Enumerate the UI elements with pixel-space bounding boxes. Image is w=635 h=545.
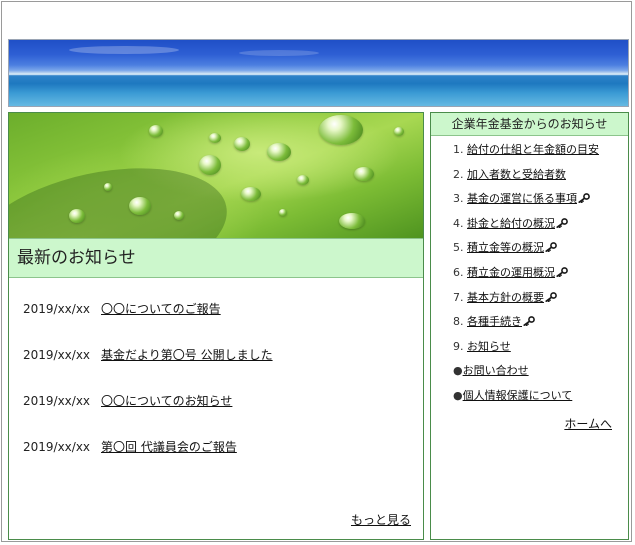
news-list: 2019/xx/xx 〇〇についてのご報告 2019/xx/xx 基金だより第〇号 …: [23, 301, 413, 485]
sidebar-item[interactable]: ●個人情報保護について: [453, 389, 628, 414]
main-content-panel: 最新のお知らせ 2019/xx/xx 〇〇についてのご報告 2019/xx/xx 基…: [8, 112, 424, 540]
sidebar-item-link[interactable]: お知らせ: [467, 340, 511, 353]
news-date: 2019/xx/xx: [23, 440, 91, 454]
sidebar-title: 企業年金基金からのお知らせ: [431, 113, 628, 136]
banner-horizon: [9, 73, 628, 75]
sidebar-item-number: 6.: [453, 265, 467, 279]
news-heading: 最新のお知らせ: [9, 238, 423, 278]
sidebar-menu: 1. 給付の仕組と年金額の目安 2. 加入者数と受給者数 3. 基金の運営に係る事項…: [431, 136, 628, 414]
water-drop: [234, 137, 250, 151]
news-link[interactable]: 第〇回 代議員会のご報告: [101, 440, 237, 454]
news-date: 2019/xx/xx: [23, 302, 91, 316]
sidebar-item[interactable]: 3. 基金の運営に係る事項: [453, 192, 628, 217]
sidebar-item-number: ●: [453, 364, 463, 378]
water-drop: [297, 175, 309, 185]
news-item: 2019/xx/xx 基金だより第〇号 公開しました: [23, 347, 413, 393]
sidebar-item-link[interactable]: 個人情報保護について: [463, 389, 573, 402]
key-icon: [545, 291, 557, 302]
leaf-waterdrop-photo: [9, 113, 423, 238]
key-icon: [523, 316, 535, 327]
more-news-link[interactable]: もっと見る: [351, 511, 411, 528]
water-drop: [129, 197, 151, 215]
sidebar-item-link[interactable]: 基本方針の概要: [467, 291, 544, 304]
water-drop: [69, 209, 85, 223]
water-drop: [209, 133, 221, 143]
water-drop: [104, 183, 112, 191]
sidebar-item[interactable]: ●お問い合わせ: [453, 364, 628, 389]
sidebar-item-link[interactable]: 掛金と給付の概況: [467, 217, 555, 230]
key-icon: [556, 217, 568, 228]
sidebar-item-number: ●: [453, 388, 463, 402]
news-date: 2019/xx/xx: [23, 348, 91, 362]
news-link[interactable]: 〇〇についてのお知らせ: [101, 394, 232, 408]
sidebar-item-link[interactable]: 積立金の運用概況: [467, 266, 555, 279]
sidebar-item[interactable]: 8. 各種手続き: [453, 315, 628, 340]
home-link[interactable]: ホームへ: [564, 415, 612, 432]
sidebar-item-link[interactable]: 積立金等の概況: [467, 241, 544, 254]
header-banner-image: [8, 39, 629, 107]
key-icon: [578, 193, 590, 204]
sidebar-item-number: 5.: [453, 241, 467, 255]
news-item: 2019/xx/xx 〇〇についてのお知らせ: [23, 393, 413, 439]
news-date: 2019/xx/xx: [23, 394, 91, 408]
news-item: 2019/xx/xx 〇〇についてのご報告: [23, 301, 413, 347]
sidebar-item[interactable]: 6. 積立金の運用概況: [453, 266, 628, 291]
water-drop: [339, 213, 365, 229]
key-icon: [545, 242, 557, 253]
news-item: 2019/xx/xx 第〇回 代議員会のご報告: [23, 439, 413, 485]
sidebar-item-link[interactable]: 各種手続き: [467, 315, 522, 328]
sidebar-item-number: 7.: [453, 290, 467, 304]
sidebar-item-number: 1.: [453, 143, 467, 156]
sidebar-item-link[interactable]: お問い合わせ: [463, 364, 529, 377]
water-drop: [241, 187, 261, 201]
sidebar-item[interactable]: 4. 掛金と給付の概況: [453, 217, 628, 242]
sidebar-item-number: 3.: [453, 192, 467, 206]
sidebar-item-link[interactable]: 基金の運営に係る事項: [467, 192, 577, 205]
sidebar-item[interactable]: 2. 加入者数と受給者数: [453, 168, 628, 193]
sidebar-panel: 企業年金基金からのお知らせ 1. 給付の仕組と年金額の目安 2. 加入者数と受給者…: [430, 112, 629, 540]
water-drop: [394, 127, 404, 136]
water-drop: [354, 167, 374, 181]
sidebar-item-number: 9.: [453, 339, 467, 353]
key-icon: [556, 267, 568, 277]
sidebar-item[interactable]: 1. 給付の仕組と年金額の目安: [453, 143, 628, 168]
sidebar-item[interactable]: 9. お知らせ: [453, 340, 628, 365]
banner-cloud: [239, 50, 319, 56]
news-link[interactable]: 〇〇についてのご報告: [101, 302, 221, 316]
water-drop: [319, 115, 363, 145]
water-drop: [149, 125, 163, 137]
banner-cloud: [69, 46, 179, 54]
sidebar-item-link[interactable]: 加入者数と受給者数: [467, 168, 566, 181]
sidebar-item[interactable]: 5. 積立金等の概況: [453, 241, 628, 266]
water-drop: [199, 155, 221, 175]
news-link[interactable]: 基金だより第〇号 公開しました: [101, 348, 273, 362]
water-drop: [267, 143, 291, 161]
water-drop: [174, 211, 184, 220]
sidebar-item[interactable]: 7. 基本方針の概要: [453, 291, 628, 316]
sidebar-item-number: 4.: [453, 216, 467, 230]
sidebar-item-link[interactable]: 給付の仕組と年金額の目安: [467, 143, 599, 156]
sidebar-item-number: 8.: [453, 315, 467, 329]
sidebar-item-number: 2.: [453, 167, 467, 181]
water-drop: [279, 209, 287, 216]
